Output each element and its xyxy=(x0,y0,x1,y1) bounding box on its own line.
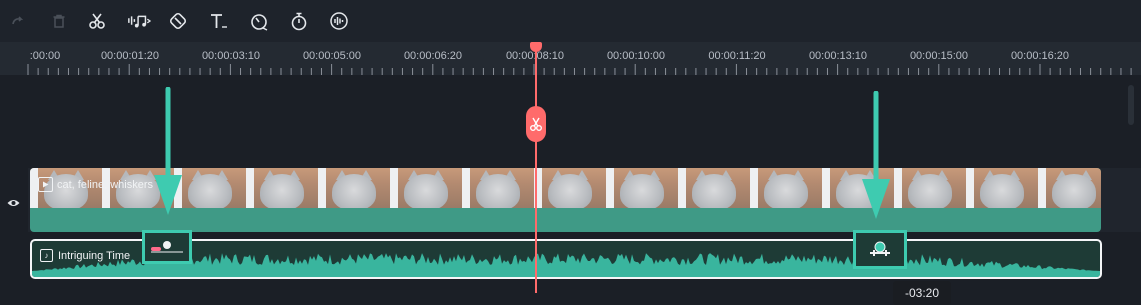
play-icon xyxy=(38,177,53,192)
audio-waveform xyxy=(32,253,1100,277)
eye-icon[interactable] xyxy=(7,195,20,213)
audio-clip-label: ♪ Intriguing Time xyxy=(40,249,130,262)
timeline-tracks: cat, feline, whiskers ♪ Intriguing Time … xyxy=(0,75,1141,305)
ruler-label: 00:00:16:20 xyxy=(1010,50,1070,62)
ruler-label: 00:00:13:10 xyxy=(808,50,868,62)
video-clip-name: cat, feline, whiskers xyxy=(57,178,153,191)
mark-icon[interactable] xyxy=(166,9,190,33)
redo-icon[interactable] xyxy=(6,9,30,33)
video-thumbnail xyxy=(534,168,606,208)
ruler-label: 00:00:11:20 xyxy=(708,50,766,62)
video-thumbnail xyxy=(1038,168,1101,208)
fade-in-handle[interactable] xyxy=(142,230,192,264)
scissors-icon xyxy=(530,117,542,131)
ruler-label: 00:00:10:00 xyxy=(606,50,666,62)
video-thumbnail xyxy=(246,168,318,208)
annotation-arrow xyxy=(154,87,182,215)
cut-icon[interactable] xyxy=(85,9,109,33)
video-clip[interactable]: cat, feline, whiskers xyxy=(30,168,1101,232)
fade-out-handle[interactable] xyxy=(853,230,907,269)
video-thumbnail xyxy=(678,168,750,208)
fade-duration-tooltip: -03:20 xyxy=(893,281,951,305)
annotation-arrow xyxy=(862,91,890,219)
audio-icon[interactable] xyxy=(127,9,151,33)
timeline-ruler[interactable]: :00:00 00:00:01:20 00:00:03:10 00:00:05:… xyxy=(0,42,1141,75)
video-clip-label: cat, feline, whiskers xyxy=(38,177,153,192)
music-note-icon: ♪ xyxy=(40,249,53,262)
video-thumbnails xyxy=(30,168,1101,208)
ruler-label: 00:00:15:00 xyxy=(909,50,969,62)
audio-clip-name: Intriguing Time xyxy=(58,249,131,262)
ruler-label: 00:00:01:20 xyxy=(100,50,160,62)
video-thumbnail xyxy=(966,168,1038,208)
video-thumbnail xyxy=(462,168,534,208)
voice-icon[interactable] xyxy=(327,9,351,33)
ruler-label: :00:00 xyxy=(29,50,61,62)
timer-icon[interactable] xyxy=(287,9,311,33)
vertical-scrollbar[interactable] xyxy=(1128,85,1134,125)
ruler-label: 00:00:06:20 xyxy=(403,50,463,62)
video-thumbnail xyxy=(390,168,462,208)
timeline-toolbar xyxy=(0,0,1141,42)
split-button[interactable] xyxy=(526,106,546,142)
ruler-label: 00:00:03:10 xyxy=(201,50,261,62)
video-thumbnail xyxy=(750,168,822,208)
playhead-line[interactable] xyxy=(535,42,537,293)
video-thumbnail xyxy=(894,168,966,208)
speed-icon[interactable] xyxy=(247,9,271,33)
ruler-label: 00:00:05:00 xyxy=(302,50,362,62)
video-thumbnail xyxy=(318,168,390,208)
waveform-shape xyxy=(32,253,1100,277)
delete-icon[interactable] xyxy=(47,9,71,33)
video-thumbnail xyxy=(606,168,678,208)
ruler-ticks xyxy=(27,64,1132,75)
text-icon[interactable] xyxy=(206,9,230,33)
